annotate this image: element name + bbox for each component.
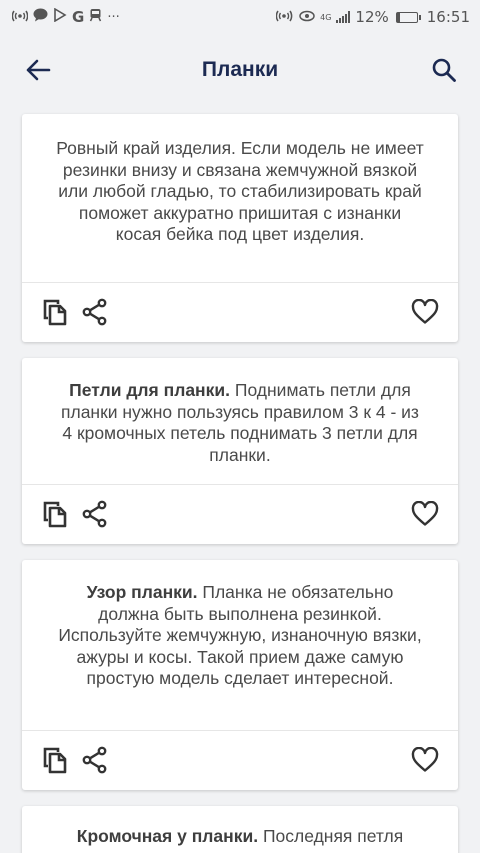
card-text: Ровный край изделия. Если модель не имее… [22,114,458,246]
network-type-label: 4G [320,13,332,22]
tip-card: Узор планки. Планка не обязательно должн… [22,560,458,790]
share-icon [82,500,107,528]
card-heading: Кромочная у планки. [76,826,259,846]
heart-outline-icon [411,299,439,324]
play-icon [53,7,67,26]
tip-card: Кромочная у планки. Последняя петля [22,806,458,853]
card-actions [22,282,458,342]
status-left-icons: G ··· [11,7,120,26]
signal-icon [336,11,351,23]
card-actions [22,484,458,544]
favorite-button[interactable] [410,499,440,529]
train-icon [89,8,102,26]
card-text: Кромочная у планки. Последняя петля [22,806,458,848]
hotspot-icon [275,8,294,26]
card-body: Ровный край изделия. Если модель не имее… [56,138,424,244]
copy-icon [43,747,67,774]
copy-button[interactable] [40,297,70,327]
status-right-icons: 4G 12% 16:51 [275,8,470,26]
copy-icon [43,501,67,528]
heart-outline-icon [411,501,439,526]
favorite-button[interactable] [410,297,440,327]
heart-outline-icon [411,747,439,772]
tip-card: Ровный край изделия. Если модель не имее… [22,114,458,342]
status-bar: G ··· 4G 12% 16:51 [0,0,480,34]
share-button[interactable] [80,297,110,327]
arrow-left-icon [26,59,51,81]
copy-button[interactable] [40,745,70,775]
back-button[interactable] [22,54,54,86]
card-body: Последняя петля [258,826,404,846]
page-title: Планки [201,58,279,81]
card-text: Петли для планки. Поднимать петли для пл… [22,358,458,466]
card-heading: Узор планки. [86,582,198,602]
card-text: Узор планки. Планка не обязательно должн… [22,560,458,690]
app-bar: Планки [0,34,480,106]
card-heading: Петли для планки. [69,380,230,400]
battery-icon [395,11,421,23]
chat-icon [33,8,48,26]
share-icon [82,298,107,326]
share-button[interactable] [80,745,110,775]
share-icon [82,746,107,774]
card-actions [22,730,458,790]
google-icon: G [72,8,85,26]
eye-icon [299,8,315,26]
tip-card: Петли для планки. Поднимать петли для пл… [22,358,458,544]
copy-icon [43,299,67,326]
clock: 16:51 [426,8,470,26]
search-icon [432,58,456,82]
search-button[interactable] [428,54,460,86]
wifi-hotspot-icon [11,8,29,26]
copy-button[interactable] [40,499,70,529]
more-icon: ··· [107,9,120,25]
share-button[interactable] [80,499,110,529]
battery-percent: 12% [355,8,389,26]
favorite-button[interactable] [410,745,440,775]
